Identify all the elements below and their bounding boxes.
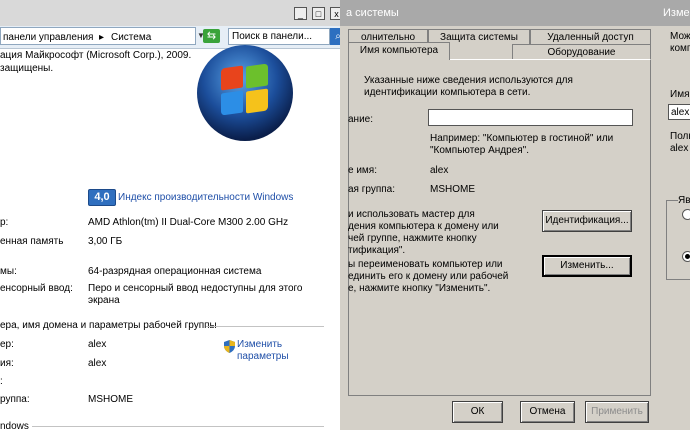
- member-of-label: Яв: [678, 195, 690, 206]
- description-label: :: [0, 376, 3, 387]
- wizard-text-2: дения компьютера к домену или: [348, 221, 499, 232]
- section-divider: [206, 326, 324, 327]
- full-name-value: alex: [430, 165, 449, 176]
- rename-title: Измен: [663, 7, 690, 19]
- change-settings-link[interactable]: Изменить: [237, 339, 282, 350]
- section-header: ера, имя домена и параметры рабочей груп…: [0, 320, 217, 331]
- refresh-icon[interactable]: ⇆: [203, 29, 220, 43]
- workgroup-value: MSHOME: [430, 184, 475, 195]
- description-field[interactable]: [428, 109, 633, 126]
- example-line-2: "Компьютер Андрея".: [430, 145, 529, 156]
- intro-line-1: Указанные ниже сведения используются для: [364, 75, 573, 86]
- computer-name-label: ер:: [0, 339, 14, 350]
- windows-logo: [197, 45, 293, 141]
- system-properties-dialog: а системы олнительно Защита системы Удал…: [340, 0, 658, 430]
- rights-text: защищены.: [0, 63, 54, 74]
- activation-header: ndows: [0, 421, 29, 430]
- ok-button[interactable]: ОК: [452, 401, 503, 423]
- rename-dialog: Измен Можн компь Имя alex Полн alex Яв: [658, 0, 690, 430]
- system-type-value: 64-разрядная операционная система: [88, 266, 262, 277]
- domain-radio[interactable]: [682, 209, 690, 220]
- workgroup-radio[interactable]: [682, 251, 690, 262]
- breadcrumb-item[interactable]: панели управления: [3, 32, 93, 43]
- rename-text-1: ы переименовать компьютер или: [348, 259, 503, 270]
- example-line-1: Например: "Компьютер в гостиной" или: [430, 133, 614, 144]
- system-type-label: мы:: [0, 266, 17, 277]
- performance-score-badge[interactable]: 4,0: [88, 189, 116, 206]
- computer-name-value: alex: [88, 339, 107, 350]
- processor-value: AMD Athlon(tm) II Dual-Core M300 2.00 GH…: [88, 217, 289, 228]
- performance-index-link[interactable]: Индекс производительности Windows: [118, 192, 293, 203]
- wizard-text-1: и использовать мастер для: [348, 209, 475, 220]
- rename-text-2: единить его к домену или рабочей: [348, 271, 509, 282]
- pen-touch-label: енсорный ввод:: [0, 283, 73, 294]
- radio-dot: [685, 254, 690, 259]
- full-name-value: alex: [670, 143, 689, 154]
- change-button[interactable]: Изменить...: [542, 255, 632, 277]
- breadcrumb-current[interactable]: Система: [111, 32, 151, 43]
- memory-value: 3,00 ГБ: [88, 236, 123, 247]
- apply-button: Применить: [585, 401, 649, 423]
- workgroup-label: ая группа:: [348, 184, 396, 195]
- properties-title: а системы: [346, 7, 399, 19]
- identification-button[interactable]: Идентификация...: [542, 210, 632, 232]
- minimize-button[interactable]: _: [294, 7, 307, 20]
- rename-text-3: е, нажмите кнопку "Изменить".: [348, 283, 491, 294]
- workgroup-label: руппа:: [0, 394, 30, 405]
- wizard-text-4: тификация".: [348, 245, 406, 256]
- rename-text-2: компь: [670, 43, 690, 54]
- description-label: ание:: [348, 114, 374, 125]
- wizard-text-3: чей группе, нажмите кнопку: [348, 233, 477, 244]
- system-window: _ □ x панели управления ▸ Система ▼ ⇆ По…: [0, 0, 348, 430]
- pen-touch-value: Перо и сенсорный ввод недоступны для это…: [88, 283, 303, 294]
- breadcrumb[interactable]: панели управления ▸ Система: [0, 27, 196, 45]
- shield-icon: [224, 340, 235, 353]
- processor-label: р:: [0, 217, 9, 228]
- computer-name-label: Имя: [670, 89, 690, 100]
- computer-name-input-value: alex: [671, 107, 690, 118]
- tab-hardware[interactable]: Оборудование: [512, 44, 651, 59]
- chevron-right-icon: ▸: [99, 32, 105, 43]
- intro-line-2: идентификации компьютера в сети.: [364, 87, 531, 98]
- pen-touch-value-cont: экрана: [88, 295, 120, 306]
- maximize-button[interactable]: □: [312, 7, 325, 20]
- memory-label: енная память: [0, 236, 64, 247]
- rename-text-1: Можн: [670, 31, 690, 42]
- full-name-label: е имя:: [348, 165, 377, 176]
- tab-remote[interactable]: Удаленный доступ: [530, 29, 651, 44]
- copyright-text: ация Майкрософт (Microsoft Corp.), 2009.: [0, 50, 192, 61]
- search-input[interactable]: Поиск в панели...: [228, 28, 330, 45]
- tab-computer-name[interactable]: Имя компьютера: [348, 42, 450, 60]
- change-settings-link-2[interactable]: параметры: [237, 351, 289, 362]
- workgroup-value: MSHOME: [88, 394, 133, 405]
- cancel-button[interactable]: Отмена: [520, 401, 575, 423]
- full-name-label: ия:: [0, 358, 14, 369]
- full-name-label: Полн: [670, 131, 690, 142]
- full-name-value: alex: [88, 358, 107, 369]
- activation-divider: [32, 426, 324, 427]
- computer-name-input[interactable]: alex: [668, 104, 690, 120]
